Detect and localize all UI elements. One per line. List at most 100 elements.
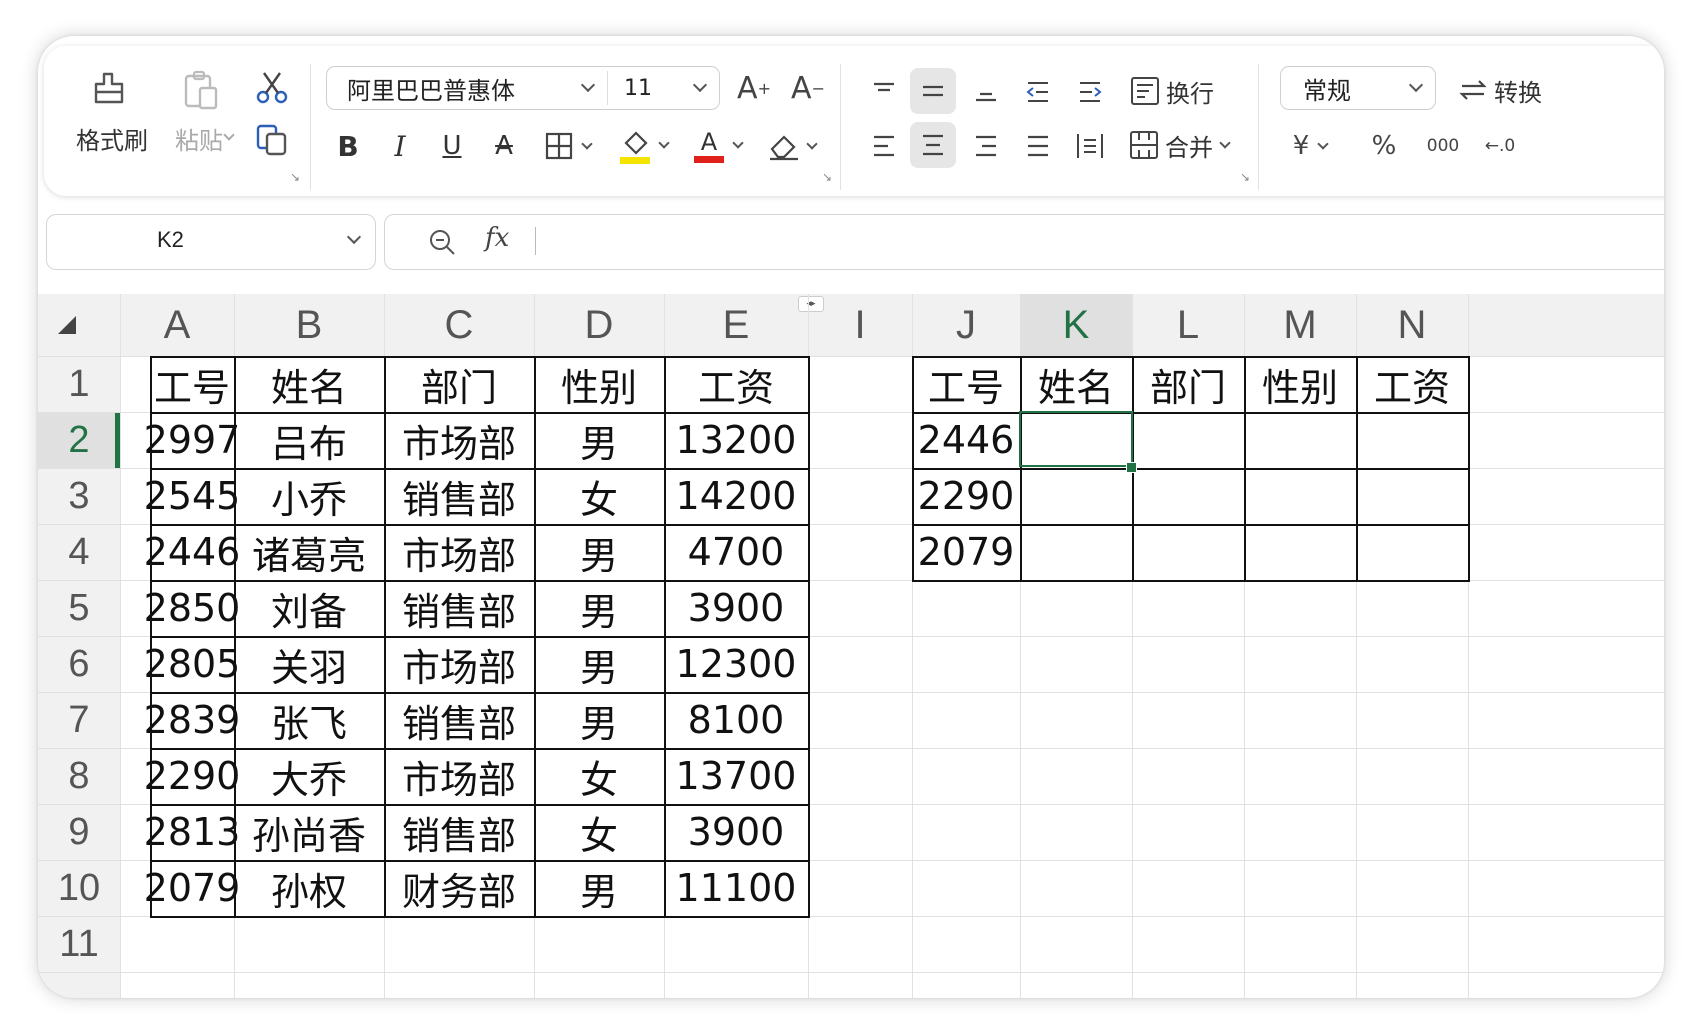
left-table-cell[interactable]: 市场部 [384, 412, 534, 468]
right-table-cell[interactable] [1132, 524, 1244, 580]
bold-button[interactable]: B [328, 124, 368, 168]
left-table-cell[interactable]: 销售部 [384, 692, 534, 748]
left-table-cell[interactable]: 男 [534, 860, 664, 916]
left-table-cell[interactable]: 小乔 [234, 468, 384, 524]
column-header-j[interactable]: J [912, 294, 1020, 356]
convert-button[interactable]: 转换 [1450, 68, 1550, 112]
left-table-cell[interactable]: 大乔 [234, 748, 384, 804]
clipboard-group-expand-icon[interactable]: ↘ [290, 170, 300, 184]
left-table-cell[interactable]: 男 [534, 692, 664, 748]
name-box[interactable]: K2 [46, 214, 376, 270]
font-color-button[interactable]: A [686, 120, 748, 170]
right-table-cell[interactable] [1244, 412, 1356, 468]
thousands-separator-button[interactable]: 000 [1418, 124, 1468, 168]
left-table-header-cell[interactable]: 工资 [664, 356, 808, 412]
column-header-l[interactable]: L [1132, 294, 1244, 356]
currency-button[interactable]: ¥ [1280, 124, 1340, 168]
copy-icon[interactable] [250, 118, 294, 162]
left-table-cell[interactable]: 13700 [664, 748, 808, 804]
left-table-cell[interactable]: 2446 [144, 524, 241, 580]
left-table-cell[interactable]: 女 [534, 468, 664, 524]
column-header-e[interactable]: E [664, 294, 808, 356]
left-table-cell[interactable]: 14200 [664, 468, 808, 524]
font-name-select[interactable]: 阿里巴巴普惠体 [327, 67, 607, 109]
right-table-header-cell[interactable]: 工号 [912, 356, 1020, 412]
left-table-cell[interactable]: 2839 [144, 692, 241, 748]
justify-button[interactable] [1016, 124, 1060, 168]
left-table-cell[interactable]: 2997 [144, 412, 241, 468]
zoom-search-icon[interactable] [427, 227, 457, 261]
left-table-cell[interactable]: 销售部 [384, 804, 534, 860]
left-table-cell[interactable]: 2813 [144, 804, 241, 860]
font-size-select[interactable]: 11 [608, 67, 719, 109]
column-header-d[interactable]: D [534, 294, 664, 356]
left-table-cell[interactable]: 2805 [144, 636, 241, 692]
left-table-cell[interactable]: 市场部 [384, 748, 534, 804]
alignment-group-expand-icon[interactable]: ↘ [1240, 170, 1250, 184]
right-table-cell[interactable]: 2290 [912, 468, 1020, 524]
left-table-cell[interactable]: 3900 [664, 804, 808, 860]
merge-button[interactable]: 合并 [1124, 122, 1234, 168]
column-header-a[interactable]: A [120, 294, 234, 356]
right-table-cell[interactable] [1244, 524, 1356, 580]
left-table-cell[interactable]: 刘备 [234, 580, 384, 636]
row-header-3[interactable]: 3 [38, 468, 120, 524]
grow-font-button[interactable]: A + [734, 66, 774, 110]
left-table-cell[interactable]: 4700 [664, 524, 808, 580]
left-table-cell[interactable]: 诸葛亮 [234, 524, 384, 580]
decrease-decimal-button[interactable]: ←.0 [1474, 124, 1526, 168]
align-top-button[interactable] [862, 70, 906, 114]
left-table-header-cell[interactable]: 性别 [534, 356, 664, 412]
left-table-header-cell[interactable]: 姓名 [234, 356, 384, 412]
left-table-header-cell[interactable]: 工号 [150, 356, 234, 412]
left-table-cell[interactable]: 财务部 [384, 860, 534, 916]
left-table-cell[interactable]: 2290 [144, 748, 241, 804]
fill-color-button[interactable] [612, 120, 674, 170]
font-group-expand-icon[interactable]: ↘ [822, 170, 832, 184]
left-table-cell[interactable]: 3900 [664, 580, 808, 636]
left-table-cell[interactable]: 男 [534, 636, 664, 692]
left-table-cell[interactable]: 孙权 [234, 860, 384, 916]
paste-icon[interactable] [178, 68, 224, 114]
left-table-cell[interactable]: 女 [534, 804, 664, 860]
row-header-8[interactable]: 8 [38, 748, 120, 804]
row-header-7[interactable]: 7 [38, 692, 120, 748]
shrink-font-button[interactable]: A − [788, 66, 828, 110]
row-header-10[interactable]: 10 [38, 860, 120, 916]
right-table-cell[interactable] [1020, 468, 1132, 524]
paste-dropdown-icon[interactable] [222, 128, 236, 142]
format-painter-label[interactable]: 格式刷 [66, 118, 158, 158]
italic-button[interactable]: I [380, 124, 420, 168]
row-header-9[interactable]: 9 [38, 804, 120, 860]
left-table-cell[interactable]: 13200 [664, 412, 808, 468]
right-table-cell[interactable] [1356, 412, 1468, 468]
underline-button[interactable]: U [432, 124, 472, 168]
row-header-6[interactable]: 6 [38, 636, 120, 692]
left-table-cell[interactable]: 11100 [664, 860, 808, 916]
right-table-cell[interactable] [1132, 412, 1244, 468]
column-header-c[interactable]: C [384, 294, 534, 356]
right-table-cell[interactable] [1356, 468, 1468, 524]
right-table-header-cell[interactable]: 部门 [1132, 356, 1244, 412]
decrease-indent-button[interactable] [1016, 70, 1060, 114]
column-header-b[interactable]: B [234, 294, 384, 356]
align-middle-button[interactable] [910, 68, 956, 114]
right-table-cell[interactable]: 2079 [912, 524, 1020, 580]
left-table-cell[interactable]: 吕布 [234, 412, 384, 468]
left-table-cell[interactable]: 女 [534, 748, 664, 804]
right-table-cell[interactable] [1132, 468, 1244, 524]
select-all-icon[interactable] [56, 314, 78, 340]
right-table-header-cell[interactable]: 姓名 [1020, 356, 1132, 412]
distribute-button[interactable] [1068, 124, 1112, 168]
left-table-cell[interactable]: 男 [534, 524, 664, 580]
wrap-text-button[interactable]: 换行 [1124, 68, 1220, 114]
left-table-cell[interactable]: 8100 [664, 692, 808, 748]
align-right-button[interactable] [964, 124, 1008, 168]
fx-icon[interactable]: fx [485, 223, 509, 253]
borders-button[interactable] [538, 124, 598, 168]
align-center-button[interactable] [910, 122, 956, 168]
left-table-cell[interactable]: 关羽 [234, 636, 384, 692]
clear-format-button[interactable] [762, 124, 822, 168]
column-header-k[interactable]: K [1020, 294, 1132, 356]
left-table-cell[interactable]: 男 [534, 580, 664, 636]
